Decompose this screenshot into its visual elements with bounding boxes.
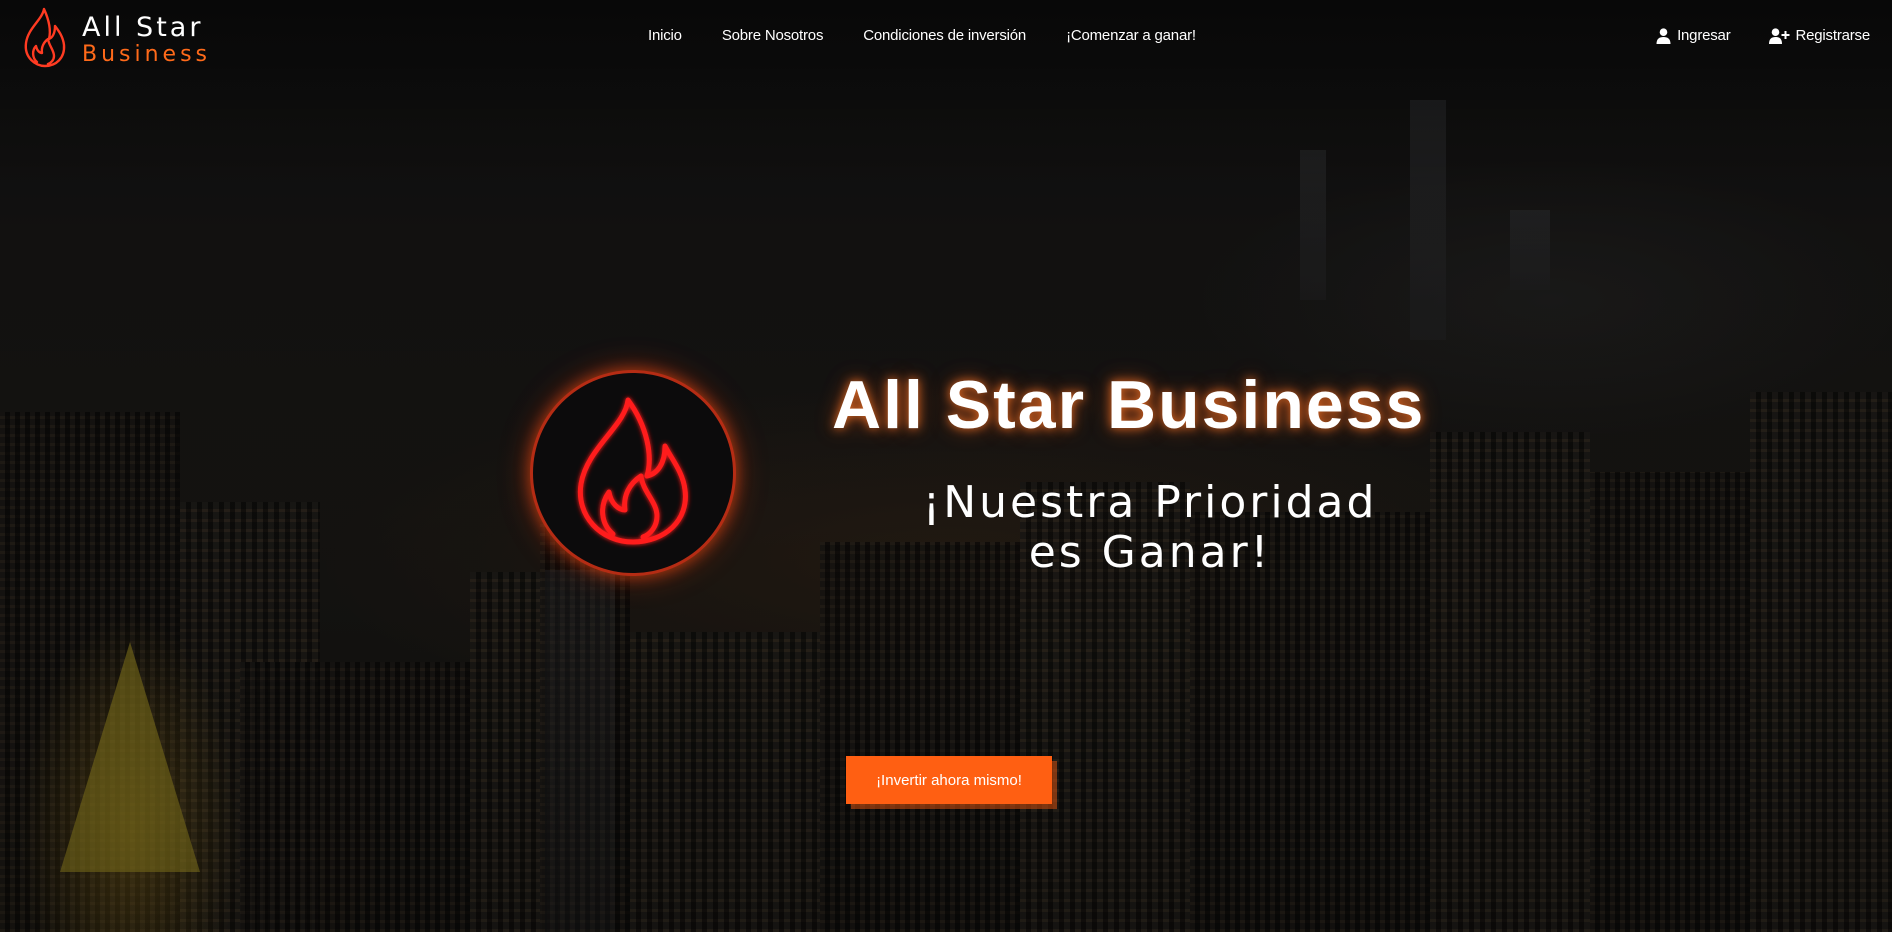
hero-subtitle-line1: ¡Nuestra Prioridad [922,477,1378,528]
nav-link-comenzar[interactable]: ¡Comenzar a ganar! [1066,27,1196,44]
hero-subtitle-line2: es Ganar! [1028,527,1272,578]
main-nav: Inicio Sobre Nosotros Condiciones de inv… [648,27,1196,44]
login-label: Ingresar [1677,27,1731,44]
nav-link-inicio[interactable]: Inicio [648,27,682,44]
register-link[interactable]: Registrarse [1768,27,1871,44]
brand-text: All Star Business [82,14,211,66]
brand-name-line1: All Star [82,11,204,43]
nav-link-condiciones[interactable]: Condiciones de inversión [863,27,1026,44]
navbar: All Star Business Inicio Sobre Nosotros … [0,0,1892,76]
user-plus-icon [1768,27,1790,44]
flame-icon [573,396,693,551]
brand-name-line2: Business [82,41,212,67]
register-label: Registrarse [1795,27,1871,44]
login-link[interactable]: Ingresar [1656,27,1731,44]
invest-now-button[interactable]: ¡Invertir ahora mismo! [846,756,1052,804]
page: All Star Business Inicio Sobre Nosotros … [0,0,1892,932]
brand-logo-link[interactable]: All Star Business [22,6,211,73]
hero-subtitle: ¡Nuestra Prioridad es Ganar! [880,478,1420,578]
flame-icon [22,6,68,73]
hero-logo-badge [533,373,733,573]
nav-link-sobre-nosotros[interactable]: Sobre Nosotros [722,27,824,44]
user-icon [1656,27,1671,44]
hero-title: All Star Business [832,367,1426,443]
auth-nav: Ingresar Registrarse [1656,27,1870,44]
